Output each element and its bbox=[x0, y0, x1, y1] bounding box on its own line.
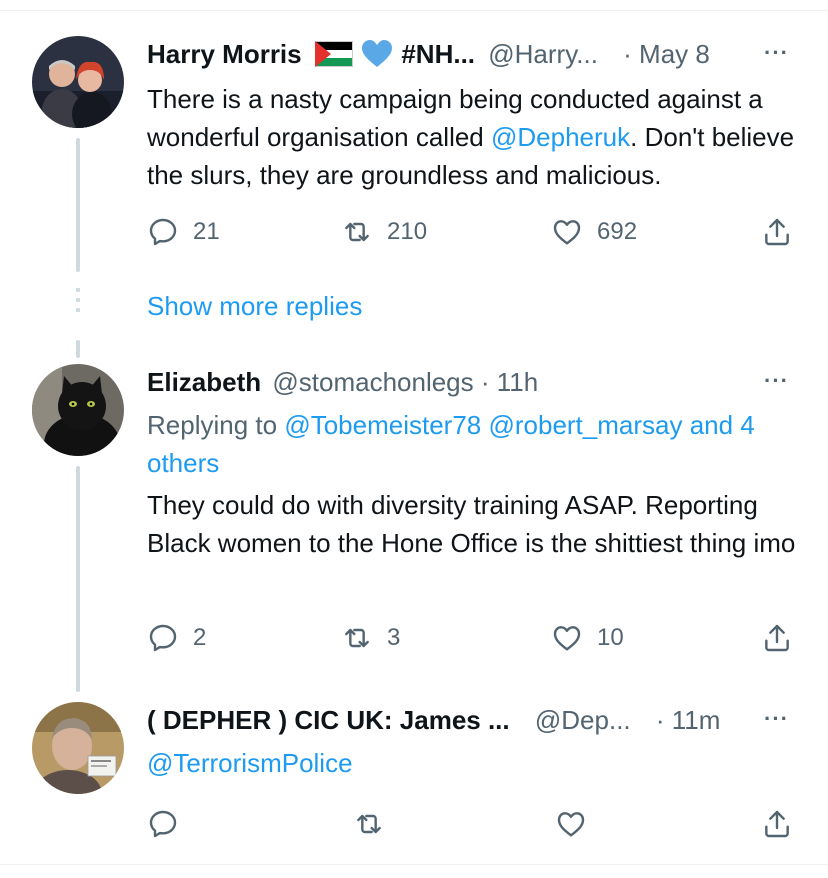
tweet-header: ( DEPHER ) CIC UK: James ... @Dep... · 1… bbox=[147, 704, 720, 736]
like-button[interactable] bbox=[555, 808, 587, 840]
avatar[interactable] bbox=[32, 364, 124, 456]
reply-button[interactable]: 21 bbox=[147, 216, 220, 248]
palestine-flag-icon bbox=[314, 41, 353, 67]
reply-button[interactable] bbox=[147, 808, 179, 840]
more-options-icon[interactable]: ··· bbox=[764, 40, 789, 66]
tweet-text: They could do with diversity training AS… bbox=[147, 490, 796, 558]
tweet-actions: 21 210 692 bbox=[147, 216, 807, 256]
display-name-suffix[interactable]: #NH... bbox=[401, 39, 475, 69]
retweet-button[interactable] bbox=[353, 808, 385, 840]
reply-count: 21 bbox=[193, 218, 220, 245]
tweet-header: Elizabeth @stomachonlegs · 11h bbox=[147, 366, 538, 398]
display-name[interactable]: Harry Morris bbox=[147, 39, 302, 69]
blue-heart-icon bbox=[362, 40, 393, 68]
share-icon bbox=[765, 218, 789, 246]
like-button[interactable]: 692 bbox=[551, 216, 637, 248]
like-count: 692 bbox=[597, 218, 638, 245]
retweet-icon bbox=[345, 628, 369, 648]
show-more-replies-link[interactable]: Show more replies bbox=[147, 291, 362, 322]
thread-line bbox=[76, 340, 80, 358]
mention-link[interactable]: @TerrorismPolice bbox=[147, 748, 353, 778]
avatar[interactable] bbox=[32, 36, 124, 128]
more-options-icon[interactable]: ··· bbox=[764, 706, 789, 732]
bottom-divider bbox=[0, 864, 828, 865]
retweet-icon bbox=[357, 814, 381, 834]
tweet-text: @TerrorismPolice bbox=[147, 744, 807, 782]
retweet-icon bbox=[345, 222, 369, 242]
thread-line bbox=[76, 466, 80, 692]
handle[interactable]: @Harry... bbox=[488, 39, 598, 69]
timestamp[interactable]: · 11m bbox=[656, 705, 721, 735]
share-icon bbox=[765, 810, 789, 838]
retweet-count: 210 bbox=[387, 218, 428, 245]
tweet-actions bbox=[147, 808, 807, 848]
reply-count: 2 bbox=[193, 624, 207, 651]
reply-icon bbox=[149, 810, 177, 838]
top-divider bbox=[0, 10, 828, 11]
share-icon bbox=[765, 624, 789, 652]
display-name[interactable]: Elizabeth bbox=[147, 367, 261, 397]
retweet-button[interactable]: 210 bbox=[341, 216, 427, 248]
retweet-button[interactable]: 3 bbox=[341, 622, 400, 654]
more-options-icon[interactable]: ··· bbox=[764, 368, 789, 394]
replying-prefix: Replying to bbox=[147, 410, 285, 440]
handle[interactable]: @stomachonlegs · 11h bbox=[272, 367, 538, 397]
share-button[interactable] bbox=[761, 808, 793, 840]
timestamp[interactable]: · May 8 bbox=[623, 39, 710, 69]
handle[interactable]: @Dep... bbox=[535, 705, 631, 735]
reply-icon bbox=[149, 624, 177, 652]
avatar[interactable] bbox=[32, 702, 124, 794]
thread-dots bbox=[76, 288, 80, 318]
thread-line bbox=[76, 138, 80, 272]
share-button[interactable] bbox=[761, 216, 793, 248]
replying-to: Replying to @Tobemeister78 @robert_marsa… bbox=[147, 406, 807, 482]
display-name[interactable]: ( DEPHER ) CIC UK: James ... bbox=[147, 705, 510, 735]
tweet-actions: 2 3 10 bbox=[147, 622, 807, 662]
share-button[interactable] bbox=[761, 622, 793, 654]
heart-icon bbox=[553, 220, 581, 245]
retweet-count: 3 bbox=[387, 624, 401, 651]
heart-icon bbox=[553, 626, 581, 651]
mention-link[interactable]: @Depheruk bbox=[491, 122, 630, 152]
like-button[interactable]: 10 bbox=[551, 622, 624, 654]
reply-button[interactable]: 2 bbox=[147, 622, 206, 654]
tweet-header: Harry Morris #NH... @Harry... · May 8 bbox=[147, 38, 710, 70]
reply-icon bbox=[149, 218, 177, 246]
tweet-text: There is a nasty campaign being conducte… bbox=[147, 80, 807, 194]
heart-icon bbox=[557, 812, 585, 837]
like-count: 10 bbox=[597, 624, 624, 651]
